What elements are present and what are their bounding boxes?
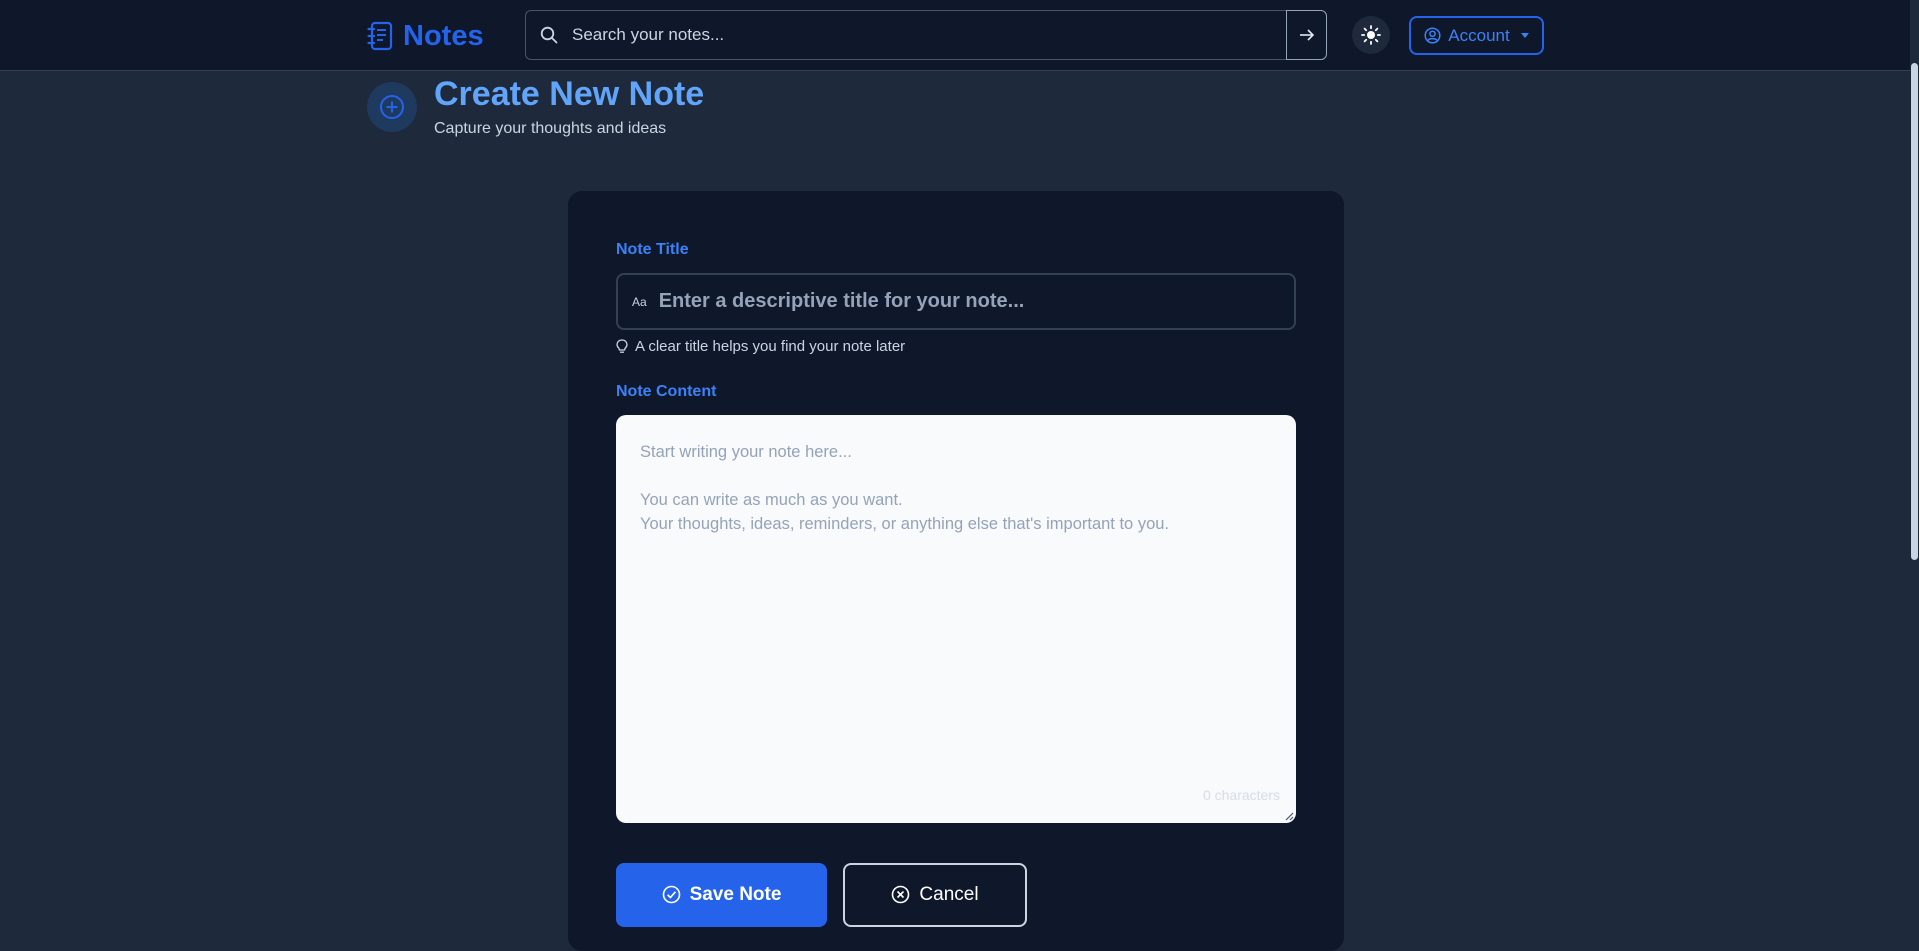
notebook-icon <box>367 21 393 51</box>
note-content-textarea[interactable] <box>616 415 1296 823</box>
note-content-label: Note Content <box>616 383 717 400</box>
title-hint-text: A clear title helps you find your note l… <box>635 338 906 355</box>
brand-title: Notes <box>403 19 484 52</box>
search-box <box>525 10 1287 60</box>
note-title-field: Aa <box>616 273 1296 330</box>
chevron-down-icon <box>1520 33 1529 38</box>
page-title: Create New Note <box>434 75 705 113</box>
sun-icon <box>1361 25 1381 45</box>
user-circle-icon <box>1424 27 1441 44</box>
plus-circle-icon <box>367 82 417 132</box>
navbar: Notes Search your notes... Account <box>0 0 1919 71</box>
text-format-icon: Aa <box>632 294 647 309</box>
account-dropdown-button[interactable]: Account <box>1409 16 1544 55</box>
note-title-input[interactable] <box>656 274 1294 329</box>
account-label: Account <box>1448 25 1510 45</box>
lightbulb-icon <box>616 339 628 354</box>
theme-toggle-button[interactable] <box>1352 16 1390 54</box>
search-input[interactable] <box>570 10 1287 60</box>
page-scrollbar-thumb[interactable] <box>1911 63 1918 560</box>
note-title-label: Note Title <box>616 241 689 258</box>
arrow-right-icon <box>1299 28 1315 42</box>
save-note-button[interactable]: Save Note <box>616 863 827 927</box>
note-form-card: Note Title Aa A clear title helps you fi… <box>568 191 1344 951</box>
check-circle-icon <box>662 885 681 904</box>
brand-link[interactable]: Notes <box>367 17 484 55</box>
search-submit-button[interactable] <box>1286 10 1327 60</box>
page-subtitle: Capture your thoughts and ideas <box>434 120 667 137</box>
note-content-area: 0 characters <box>616 415 1296 823</box>
resize-handle-icon[interactable] <box>1284 811 1294 821</box>
character-count: 0 characters <box>1202 787 1280 803</box>
cancel-button[interactable]: Cancel <box>843 863 1027 927</box>
x-circle-icon <box>891 885 910 904</box>
title-hint: A clear title helps you find your note l… <box>616 338 905 355</box>
search-icon <box>540 26 558 44</box>
save-note-label: Save Note <box>689 884 782 905</box>
cancel-label: Cancel <box>919 884 979 905</box>
